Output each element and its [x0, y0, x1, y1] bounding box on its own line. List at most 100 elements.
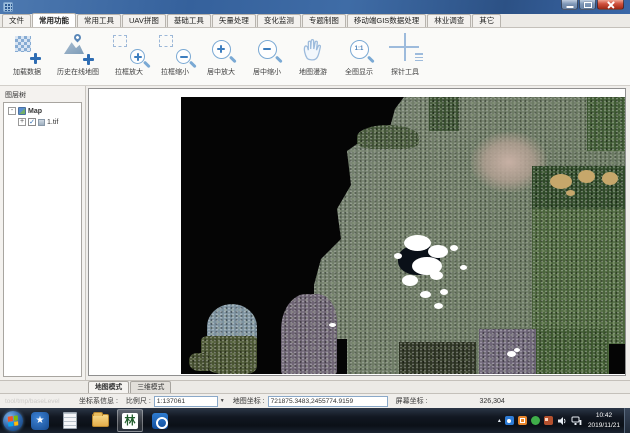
- imagery-patch-ridge: [281, 294, 337, 374]
- clock-time: 10:42: [588, 411, 620, 421]
- probe-tool-button[interactable]: 探针工具: [382, 31, 428, 83]
- box-zoom-out-button[interactable]: 拉框缩小: [152, 31, 198, 83]
- tray-antivirus-icon[interactable]: [531, 416, 540, 425]
- tray-expand-icon[interactable]: ▴: [498, 417, 501, 424]
- raster-layer-icon: [38, 119, 45, 126]
- tab-thematic-mapping[interactable]: 专题制图: [302, 14, 346, 27]
- toolbar: 加载数据 历史在线地图 拉框放大 拉框缩小 居中放大 居中缩小: [0, 28, 630, 86]
- nodata-notch: [609, 344, 625, 374]
- tab-uav-mosaic[interactable]: UAV拼图: [122, 14, 166, 27]
- map-coord-label: 地图坐标 :: [233, 396, 265, 406]
- layer-panel-title: 图层树: [0, 86, 85, 103]
- tab-common-functions[interactable]: 常用功能: [32, 13, 76, 27]
- history-online-map-icon: [58, 31, 98, 67]
- gis-app-icon: 林: [122, 413, 138, 429]
- tab-common-tools[interactable]: 常用工具: [77, 14, 121, 27]
- taskbar-app-explorer[interactable]: [87, 409, 113, 432]
- box-zoom-in-button[interactable]: 拉框放大: [106, 31, 152, 83]
- close-button[interactable]: [597, 0, 624, 10]
- taskbar-clock[interactable]: 10:42 2019/11/21: [588, 411, 620, 431]
- history-online-map-button[interactable]: 历史在线地图: [50, 31, 106, 83]
- imagery-tile: [399, 342, 476, 374]
- tab-forestry-survey[interactable]: 林业调查: [427, 14, 471, 27]
- layer-panel: 图层树 - Map + ✓ 1.tif: [0, 86, 86, 380]
- maximize-button[interactable]: [579, 0, 596, 10]
- coord-system-label: 坐标系信息 :: [79, 396, 118, 406]
- load-data-button[interactable]: 加载数据: [4, 31, 50, 83]
- ring-app-icon: [152, 413, 168, 429]
- expand-toggle[interactable]: +: [18, 118, 26, 126]
- layer-tree: - Map + ✓ 1.tif: [3, 102, 82, 377]
- show-desktop-button[interactable]: [624, 408, 630, 433]
- collapse-toggle[interactable]: -: [8, 107, 16, 115]
- taskbar-app-gis[interactable]: 林: [117, 409, 143, 432]
- full-extent-button[interactable]: 1:1 全图显示: [336, 31, 382, 83]
- imagery-tile: [357, 125, 419, 149]
- center-zoom-out-icon: [247, 31, 287, 67]
- load-data-icon: [7, 31, 47, 67]
- scale-label: 比例尺 :: [126, 396, 151, 406]
- map-pan-button[interactable]: 地图漫游: [290, 31, 336, 83]
- map-pin-icon: [73, 33, 83, 43]
- tray-orange-app-icon[interactable]: [518, 416, 527, 425]
- center-zoom-out-button[interactable]: 居中缩小: [244, 31, 290, 83]
- scale-select[interactable]: 1:137061: [154, 396, 218, 407]
- windows-logo-icon: [8, 415, 19, 426]
- workspace: 图层树 - Map + ✓ 1.tif: [0, 86, 630, 380]
- center-zoom-in-button[interactable]: 居中放大: [198, 31, 244, 83]
- screen-coord-label: 屏幕坐标 :: [396, 396, 428, 406]
- tab-map-mode[interactable]: 地图模式: [88, 381, 129, 393]
- map-coord-input[interactable]: 721875.3483,2455774.9159: [268, 396, 388, 407]
- clouds: [386, 229, 486, 319]
- volume-icon[interactable]: [557, 416, 567, 425]
- tree-node-tif[interactable]: + ✓ 1.tif: [18, 118, 81, 126]
- minimize-button[interactable]: [561, 0, 578, 10]
- probe-tool-icon: [385, 31, 425, 67]
- imagery-tile: [536, 329, 608, 374]
- screen-coord-value: 326,304: [480, 398, 505, 405]
- tab-3d-mode[interactable]: 三维模式: [130, 381, 171, 393]
- tab-change-detection[interactable]: 变化监测: [257, 14, 301, 27]
- system-tray: ▴ 10:42 2019/11/21: [498, 408, 630, 433]
- box-zoom-in-icon: [109, 31, 149, 67]
- tab-vector-processing[interactable]: 矢量处理: [212, 14, 256, 27]
- imagery-tile: [587, 97, 625, 151]
- view-mode-tabs: 地图模式 三维模式: [0, 380, 630, 393]
- tab-mobile-gis-processing[interactable]: 移动端GIS数据处理: [347, 14, 426, 27]
- menu-tab-bar: 文件 常用功能 常用工具 UAV拼图 基础工具 矢量处理 变化监测 专题制图 移…: [0, 14, 630, 28]
- taskbar-app-star[interactable]: ★: [27, 409, 53, 432]
- imagery-tile: [429, 97, 459, 131]
- taskbar: ★ 林 ▴ 10:42 2019/11/21: [0, 408, 630, 433]
- imagery-tile: [479, 329, 536, 374]
- tray-messenger-icon[interactable]: [505, 416, 514, 425]
- satellite-mosaic: [181, 97, 625, 374]
- taskbar-app-o[interactable]: [147, 409, 173, 432]
- center-zoom-in-icon: [201, 31, 241, 67]
- star-app-icon: ★: [31, 412, 49, 430]
- tray-flag-icon[interactable]: [544, 416, 553, 425]
- tab-others[interactable]: 其它: [472, 14, 501, 27]
- layer-visibility-checkbox[interactable]: ✓: [28, 118, 36, 126]
- full-extent-icon: 1:1: [339, 31, 379, 67]
- minimize-icon: [566, 6, 573, 8]
- map-viewport[interactable]: [88, 88, 626, 376]
- title-bar: [0, 0, 630, 14]
- pan-hand-icon: [293, 31, 333, 67]
- maximize-icon: [584, 2, 592, 8]
- map-layer-icon: [18, 107, 26, 115]
- tree-node-map[interactable]: - Map: [8, 107, 81, 115]
- tab-file[interactable]: 文件: [2, 14, 31, 27]
- start-button[interactable]: [3, 411, 23, 431]
- scale-dropdown-icon[interactable]: ▼: [220, 398, 225, 404]
- status-bar: tool/tmp/baseLevel 坐标系信息 : 比例尺 : 1:13706…: [0, 393, 630, 408]
- folder-icon: [92, 414, 109, 427]
- tab-basic-tools[interactable]: 基础工具: [167, 14, 211, 27]
- imagery-tile-lakes: [532, 166, 625, 209]
- taskbar-app-notepad[interactable]: [57, 409, 83, 432]
- status-left-note: tool/tmp/baseLevel: [5, 398, 71, 405]
- network-icon[interactable]: [571, 416, 582, 425]
- notepad-icon: [63, 412, 77, 429]
- box-zoom-out-icon: [155, 31, 195, 67]
- app-icon: [3, 2, 13, 12]
- clock-date: 2019/11/21: [588, 421, 620, 431]
